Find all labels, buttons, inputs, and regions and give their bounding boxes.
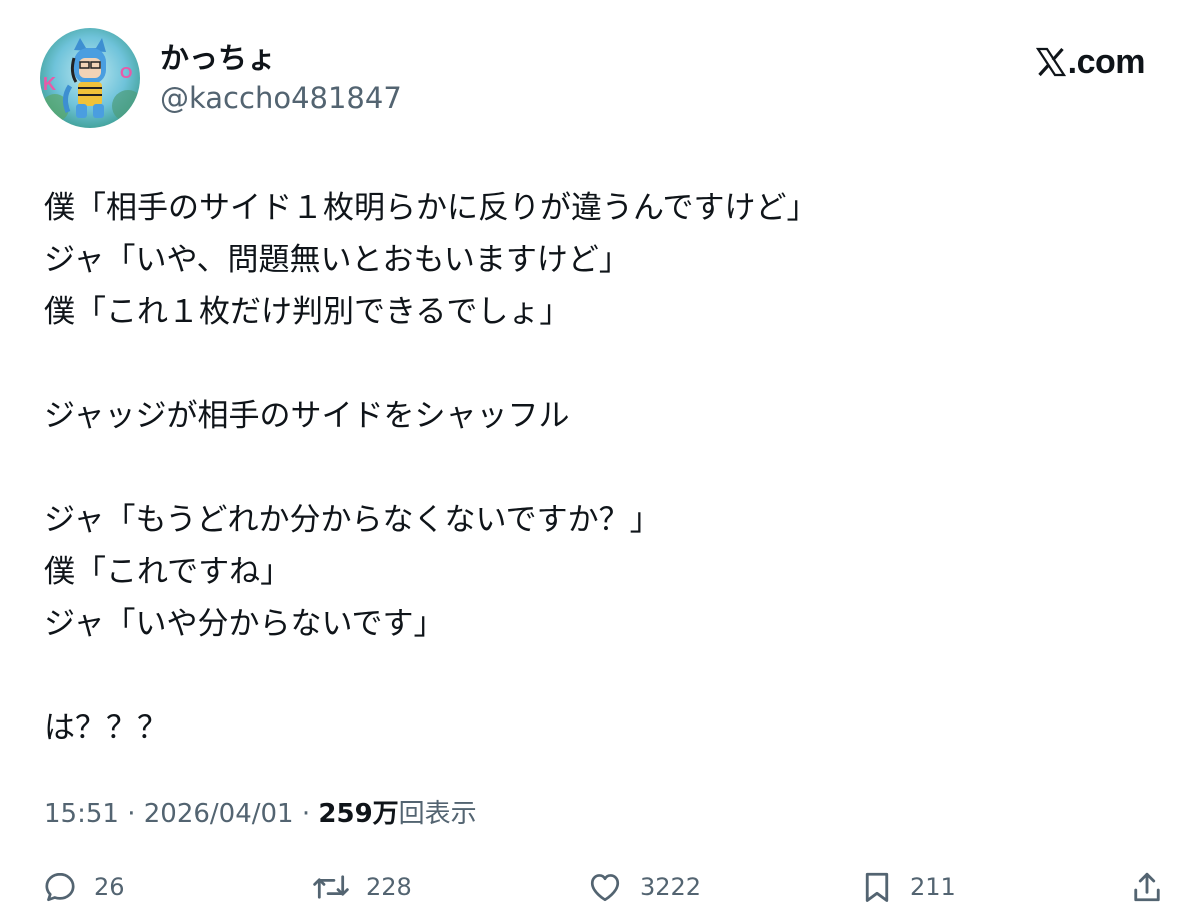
x-brand: .com: [1035, 40, 1146, 84]
tweet-line: ジャッジが相手のサイドをシャッフル: [44, 398, 570, 434]
tweet-line: 僕「相手のサイド１枚明らかに反りが違うんですけど」: [44, 190, 818, 226]
meta-separator: ·: [301, 799, 311, 829]
tweet-line: ジャ「いや、問題無いとおもいますけど」: [44, 242, 630, 278]
user-handle[interactable]: @kaccho481847: [160, 78, 402, 118]
avatar[interactable]: K O: [40, 28, 140, 128]
repost-button[interactable]: 228: [312, 862, 412, 912]
tweet-meta: 15:51 · 2026/04/01 · 259万回表示: [44, 794, 477, 834]
tweet-line: 僕「これ１枚だけ判別できるでしょ」: [44, 294, 571, 330]
views-label: 回表示: [398, 799, 477, 829]
tweet-line: 僕「これですね」: [44, 554, 292, 590]
tweet-line: ジャ「いや分からないです」: [44, 606, 445, 642]
tweet-date[interactable]: 2026/04/01: [144, 799, 294, 829]
bookmark-button[interactable]: 211: [860, 862, 956, 912]
heart-icon: [590, 874, 620, 902]
bookmark-icon: [865, 872, 889, 902]
tweet-line: ジャ「もうどれか分からなくないですか？」: [44, 502, 661, 538]
tweet-text: 僕「相手のサイド１枚明らかに反りが違うんですけど」 ジャ「いや、問題無いとおもい…: [44, 182, 1154, 754]
repost-count: 228: [366, 873, 412, 901]
views-count: 259万: [318, 799, 399, 829]
svg-text:K: K: [43, 74, 56, 94]
x-logo-icon: [1035, 47, 1066, 77]
reply-button[interactable]: 26: [42, 862, 125, 912]
share-icon: [1134, 872, 1160, 902]
meta-separator: ·: [127, 799, 136, 829]
bookmark-count: 211: [910, 873, 956, 901]
reply-count: 26: [94, 873, 125, 901]
svg-text:O: O: [120, 65, 132, 82]
reply-icon: [45, 872, 75, 902]
avatar-image: K O: [40, 28, 140, 128]
repost-icon: [313, 875, 349, 899]
brand-domain-label: .com: [1067, 42, 1146, 81]
like-button[interactable]: 3222: [586, 862, 701, 912]
display-name[interactable]: かっちょ: [160, 38, 276, 78]
action-bar: 26 228 3222 211: [0, 862, 1200, 912]
like-count: 3222: [640, 873, 702, 901]
tweet-time[interactable]: 15:51: [44, 799, 119, 829]
share-button[interactable]: [1130, 862, 1164, 912]
tweet-line: は？？？: [44, 710, 168, 746]
